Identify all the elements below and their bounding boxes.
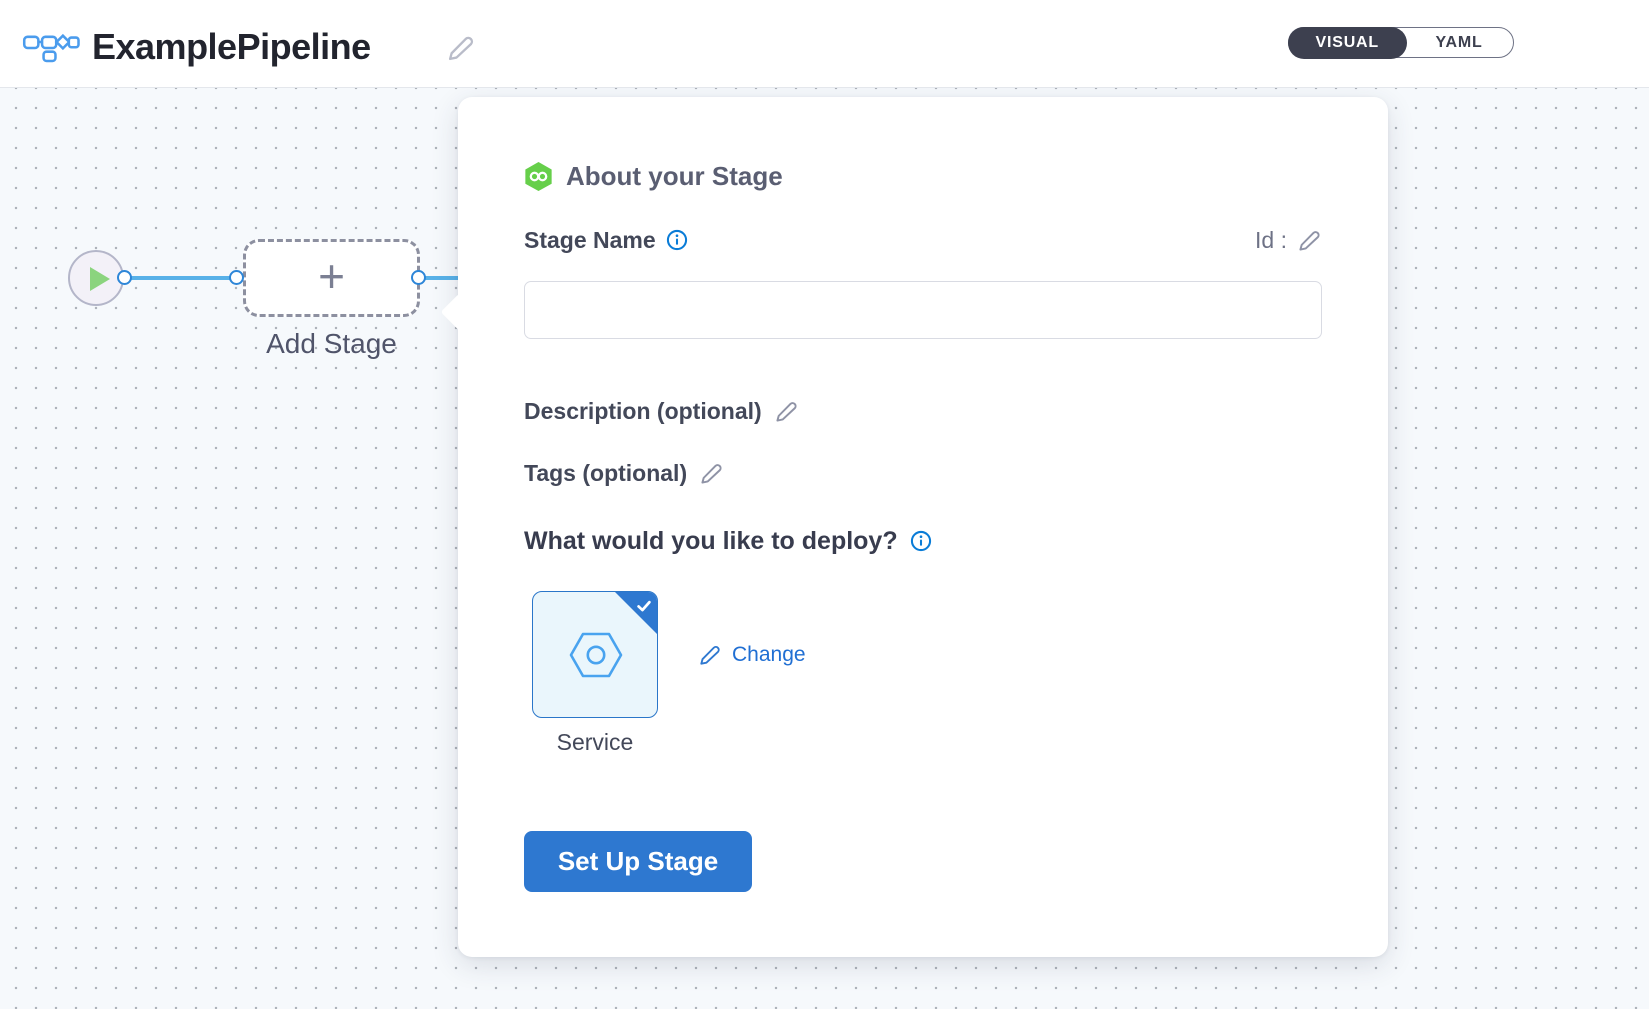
description-label: Description (optional) bbox=[524, 398, 762, 425]
edit-pipeline-pencil-icon[interactable] bbox=[446, 33, 476, 63]
service-option-label: Service bbox=[532, 729, 658, 756]
stage-name-input[interactable] bbox=[524, 281, 1322, 339]
plus-icon: + bbox=[318, 253, 345, 299]
description-row: Description (optional) bbox=[524, 396, 799, 426]
connector-dot[interactable] bbox=[229, 270, 244, 285]
stage-id-label: Id : bbox=[1255, 227, 1287, 254]
add-stage-label: Add Stage bbox=[223, 328, 440, 360]
pipeline-canvas[interactable]: + Add Stage About your Stage Stage Name bbox=[0, 88, 1649, 1009]
deploy-stage-icon bbox=[524, 160, 553, 193]
change-deploy-type-link[interactable]: Change bbox=[698, 641, 806, 669]
page-title: ExamplePipeline bbox=[92, 26, 371, 68]
edit-description-pencil-icon[interactable] bbox=[774, 399, 799, 424]
set-up-stage-button[interactable]: Set Up Stage bbox=[524, 831, 752, 892]
info-icon[interactable] bbox=[910, 530, 932, 552]
pipeline-start-node[interactable] bbox=[68, 250, 124, 306]
edit-tags-pencil-icon[interactable] bbox=[699, 461, 724, 486]
deploy-question-row: What would you like to deploy? bbox=[524, 525, 932, 557]
info-icon[interactable] bbox=[666, 229, 688, 251]
pipeline-edge bbox=[124, 276, 236, 280]
play-icon bbox=[90, 267, 110, 291]
check-icon bbox=[635, 597, 653, 615]
panel-caret bbox=[441, 294, 478, 331]
stage-name-label: Stage Name bbox=[524, 227, 656, 254]
toggle-yaml[interactable]: YAML bbox=[1405, 28, 1512, 57]
toggle-visual[interactable]: VISUAL bbox=[1288, 27, 1407, 59]
panel-title: About your Stage bbox=[566, 161, 783, 192]
connector-dot[interactable] bbox=[117, 270, 132, 285]
app-header: ExamplePipeline VISUAL YAML bbox=[0, 0, 1649, 88]
stage-name-row: Stage Name Id : bbox=[524, 225, 1322, 255]
deploy-option-service-card[interactable] bbox=[532, 591, 658, 718]
change-label: Change bbox=[732, 643, 806, 667]
deploy-question: What would you like to deploy? bbox=[524, 527, 898, 556]
add-stage-node[interactable]: + bbox=[243, 239, 420, 317]
change-pencil-icon bbox=[698, 643, 722, 667]
tags-row: Tags (optional) bbox=[524, 458, 724, 488]
connector-dot[interactable] bbox=[411, 270, 426, 285]
edit-id-pencil-icon[interactable] bbox=[1297, 228, 1322, 253]
service-hexagon-icon bbox=[568, 630, 624, 680]
tags-label: Tags (optional) bbox=[524, 460, 687, 487]
pipeline-graph-icon bbox=[22, 26, 80, 64]
stage-setup-panel: About your Stage Stage Name Id : Descrip… bbox=[458, 97, 1388, 957]
panel-header: About your Stage bbox=[524, 158, 783, 194]
visual-yaml-toggle: VISUAL YAML bbox=[1288, 27, 1514, 58]
